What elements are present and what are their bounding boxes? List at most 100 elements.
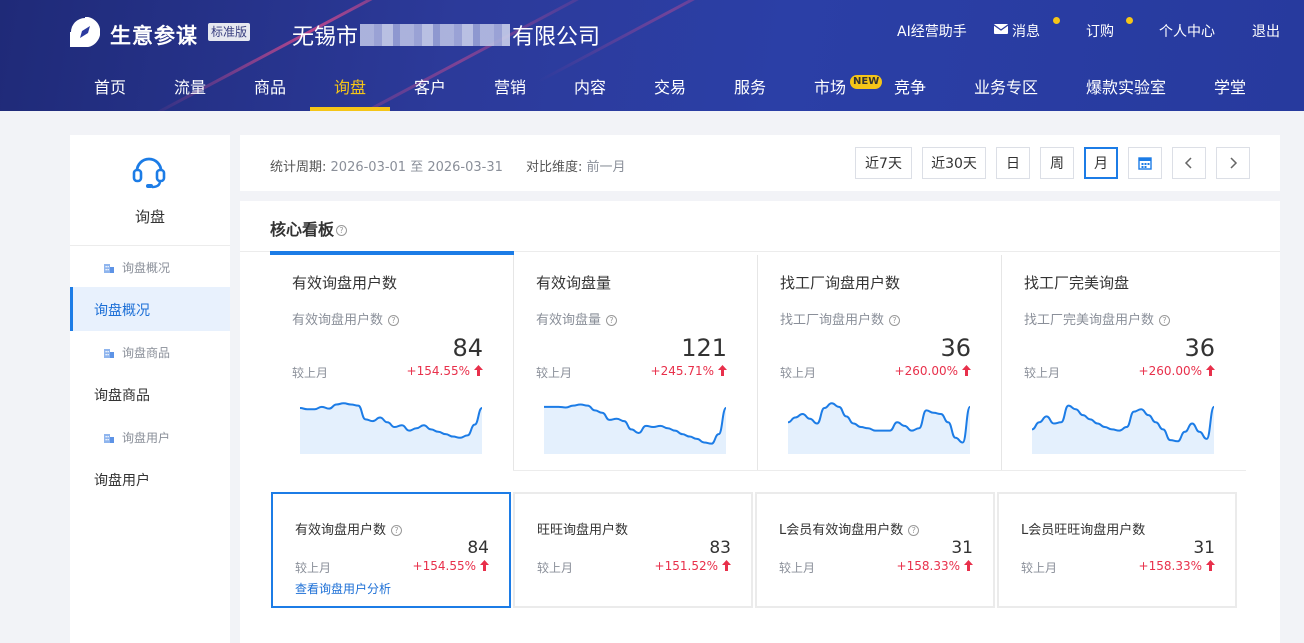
metric-subtitle-text: 有效询盘量: [536, 313, 602, 328]
sidebar-subitem-label: 询盘商品: [122, 346, 171, 360]
range-week-button[interactable]: 周: [1040, 147, 1074, 179]
sub-metric-change: +158.33%: [897, 559, 973, 573]
metric-card-title[interactable]: 有效询盘用户数: [292, 272, 397, 293]
sub-metric-change: +151.52%: [655, 559, 731, 573]
building-icon: [104, 348, 114, 358]
sidebar-subitem-products[interactable]: 询盘商品: [103, 344, 170, 361]
card-divider: [513, 255, 514, 471]
sidebar-item-overview[interactable]: 询盘概况: [94, 300, 150, 320]
new-badge: NEW: [850, 75, 883, 89]
sub-metric-card[interactable]: L会员有效询盘用户数? 31 较上月 +158.33%: [755, 492, 995, 608]
metric-card-title[interactable]: 找工厂完美询盘: [1024, 272, 1129, 293]
next-period-button[interactable]: [1216, 147, 1250, 179]
personal-center-link[interactable]: 个人中心: [1159, 21, 1215, 41]
compare-value: 前一月: [586, 160, 626, 175]
prev-period-button[interactable]: [1172, 147, 1206, 179]
compare-label: 较上月: [780, 366, 817, 380]
arrow-up-icon: [718, 365, 727, 376]
building-icon: [104, 263, 114, 273]
range-7days-button[interactable]: 近7天: [855, 147, 912, 179]
range-month-button[interactable]: 月: [1084, 147, 1118, 179]
calendar-button[interactable]: [1128, 147, 1162, 179]
help-icon[interactable]: ?: [606, 315, 618, 326]
nav-item-competition[interactable]: 竞争: [894, 74, 926, 98]
sidebar-subitem-label: 询盘概况: [122, 261, 171, 275]
logout-link[interactable]: 退出: [1252, 21, 1280, 41]
messages-notification-dot: [1053, 17, 1060, 24]
metric-subtitle-text: 找工厂询盘用户数: [780, 313, 885, 328]
sub-metric-title: 有效询盘用户数?: [295, 519, 403, 538]
edition-badge: 标准版: [208, 23, 251, 41]
sub-metric-title-text: 有效询盘用户数: [295, 523, 387, 538]
help-icon[interactable]: ?: [889, 315, 901, 326]
sidebar-item-products[interactable]: 询盘商品: [94, 385, 150, 405]
range-30days-button[interactable]: 近30天: [922, 147, 986, 179]
order-link[interactable]: 订购: [1086, 21, 1114, 41]
sub-metric-title: L会员旺旺询盘用户数: [1021, 519, 1145, 538]
range-day-button[interactable]: 日: [996, 147, 1030, 179]
nav-item-market[interactable]: 市场: [814, 74, 846, 98]
sub-metric-card[interactable]: 旺旺询盘用户数 83 较上月 +151.52%: [513, 492, 753, 608]
metric-card-title[interactable]: 有效询盘量: [536, 272, 611, 293]
nav-item-business-zone[interactable]: 业务专区: [974, 74, 1038, 98]
nav-item-academy[interactable]: 学堂: [1214, 74, 1246, 98]
compare-label: 较上月: [1021, 561, 1058, 575]
sparkline-area: [300, 403, 482, 454]
metric-card-value: 36: [940, 334, 971, 362]
ai-assistant-link[interactable]: AI经营助手: [897, 21, 967, 41]
compare-label: 较上月: [1024, 366, 1061, 380]
headset-icon: [132, 157, 166, 189]
nav-item-content[interactable]: 内容: [574, 74, 606, 98]
help-icon[interactable]: ?: [908, 525, 920, 536]
change-value: +158.33%: [896, 559, 960, 573]
nav-item-trade[interactable]: 交易: [654, 74, 686, 98]
nav-item-traffic[interactable]: 流量: [174, 74, 206, 98]
brand-name[interactable]: 生意参谋: [110, 20, 198, 50]
nav-item-inquiry[interactable]: 询盘: [334, 74, 366, 98]
compare-label: 较上月: [536, 366, 573, 380]
metric-card-value: 84: [452, 334, 483, 362]
help-icon[interactable]: ?: [336, 225, 348, 236]
change-value: +151.52%: [654, 559, 718, 573]
help-icon[interactable]: ?: [391, 525, 403, 536]
metric-change: +245.71%: [617, 364, 727, 378]
arrow-up-icon: [480, 560, 489, 571]
company-name: 无锡市 有限公司: [292, 19, 600, 51]
metric-card-title[interactable]: 找工厂询盘用户数: [780, 272, 900, 293]
arrow-up-icon: [722, 560, 731, 571]
company-suffix: 有限公司: [512, 25, 601, 50]
sub-metric-card[interactable]: L会员旺旺询盘用户数 31 较上月 +158.33%: [997, 492, 1237, 608]
nav-item-marketing[interactable]: 营销: [494, 74, 526, 98]
nav-active-indicator: [310, 107, 390, 111]
trend-sparkline: [1031, 404, 1215, 454]
core-title-text: 核心看板: [270, 220, 335, 239]
sub-metric-value: 84: [467, 538, 489, 558]
nav-item-service[interactable]: 服务: [734, 74, 766, 98]
metric-change: +154.55%: [373, 364, 483, 378]
sub-metric-card[interactable]: 有效询盘用户数? 84 较上月 +154.55% 查看询盘用户分析: [271, 492, 511, 608]
trend-sparkline: [544, 403, 727, 454]
metric-card-subtitle: 找工厂完美询盘用户数?: [1024, 309, 1171, 328]
calendar-icon: [1138, 157, 1152, 170]
metric-card-value: 121: [681, 334, 727, 362]
sparkline-area: [788, 403, 970, 454]
nav-item-products[interactable]: 商品: [254, 74, 286, 98]
help-icon[interactable]: ?: [1159, 315, 1171, 326]
nav-item-home[interactable]: 首页: [94, 74, 126, 98]
nav-item-customers[interactable]: 客户: [414, 74, 446, 98]
card-divider: [513, 470, 1246, 471]
metric-subtitle-text: 有效询盘用户数: [292, 313, 384, 328]
sidebar-subitem-users[interactable]: 询盘用户: [103, 429, 170, 446]
arrow-up-icon: [964, 560, 973, 571]
nav-item-hot-lab[interactable]: 爆款实验室: [1086, 74, 1166, 98]
sidebar-item-users[interactable]: 询盘用户: [94, 470, 150, 490]
messages-link[interactable]: 消息: [1012, 21, 1040, 41]
sub-metric-title: 旺旺询盘用户数: [537, 519, 628, 538]
chevron-right-icon: [1230, 157, 1238, 169]
metric-card-subtitle: 有效询盘量?: [536, 309, 618, 328]
metric-subtitle-text: 找工厂完美询盘用户数: [1024, 313, 1155, 328]
view-user-analysis-link[interactable]: 查看询盘用户分析: [295, 580, 391, 597]
compare-label: 对比维度:: [526, 160, 583, 175]
sidebar-subitem-overview[interactable]: 询盘概况: [103, 259, 170, 276]
help-icon[interactable]: ?: [388, 315, 400, 326]
